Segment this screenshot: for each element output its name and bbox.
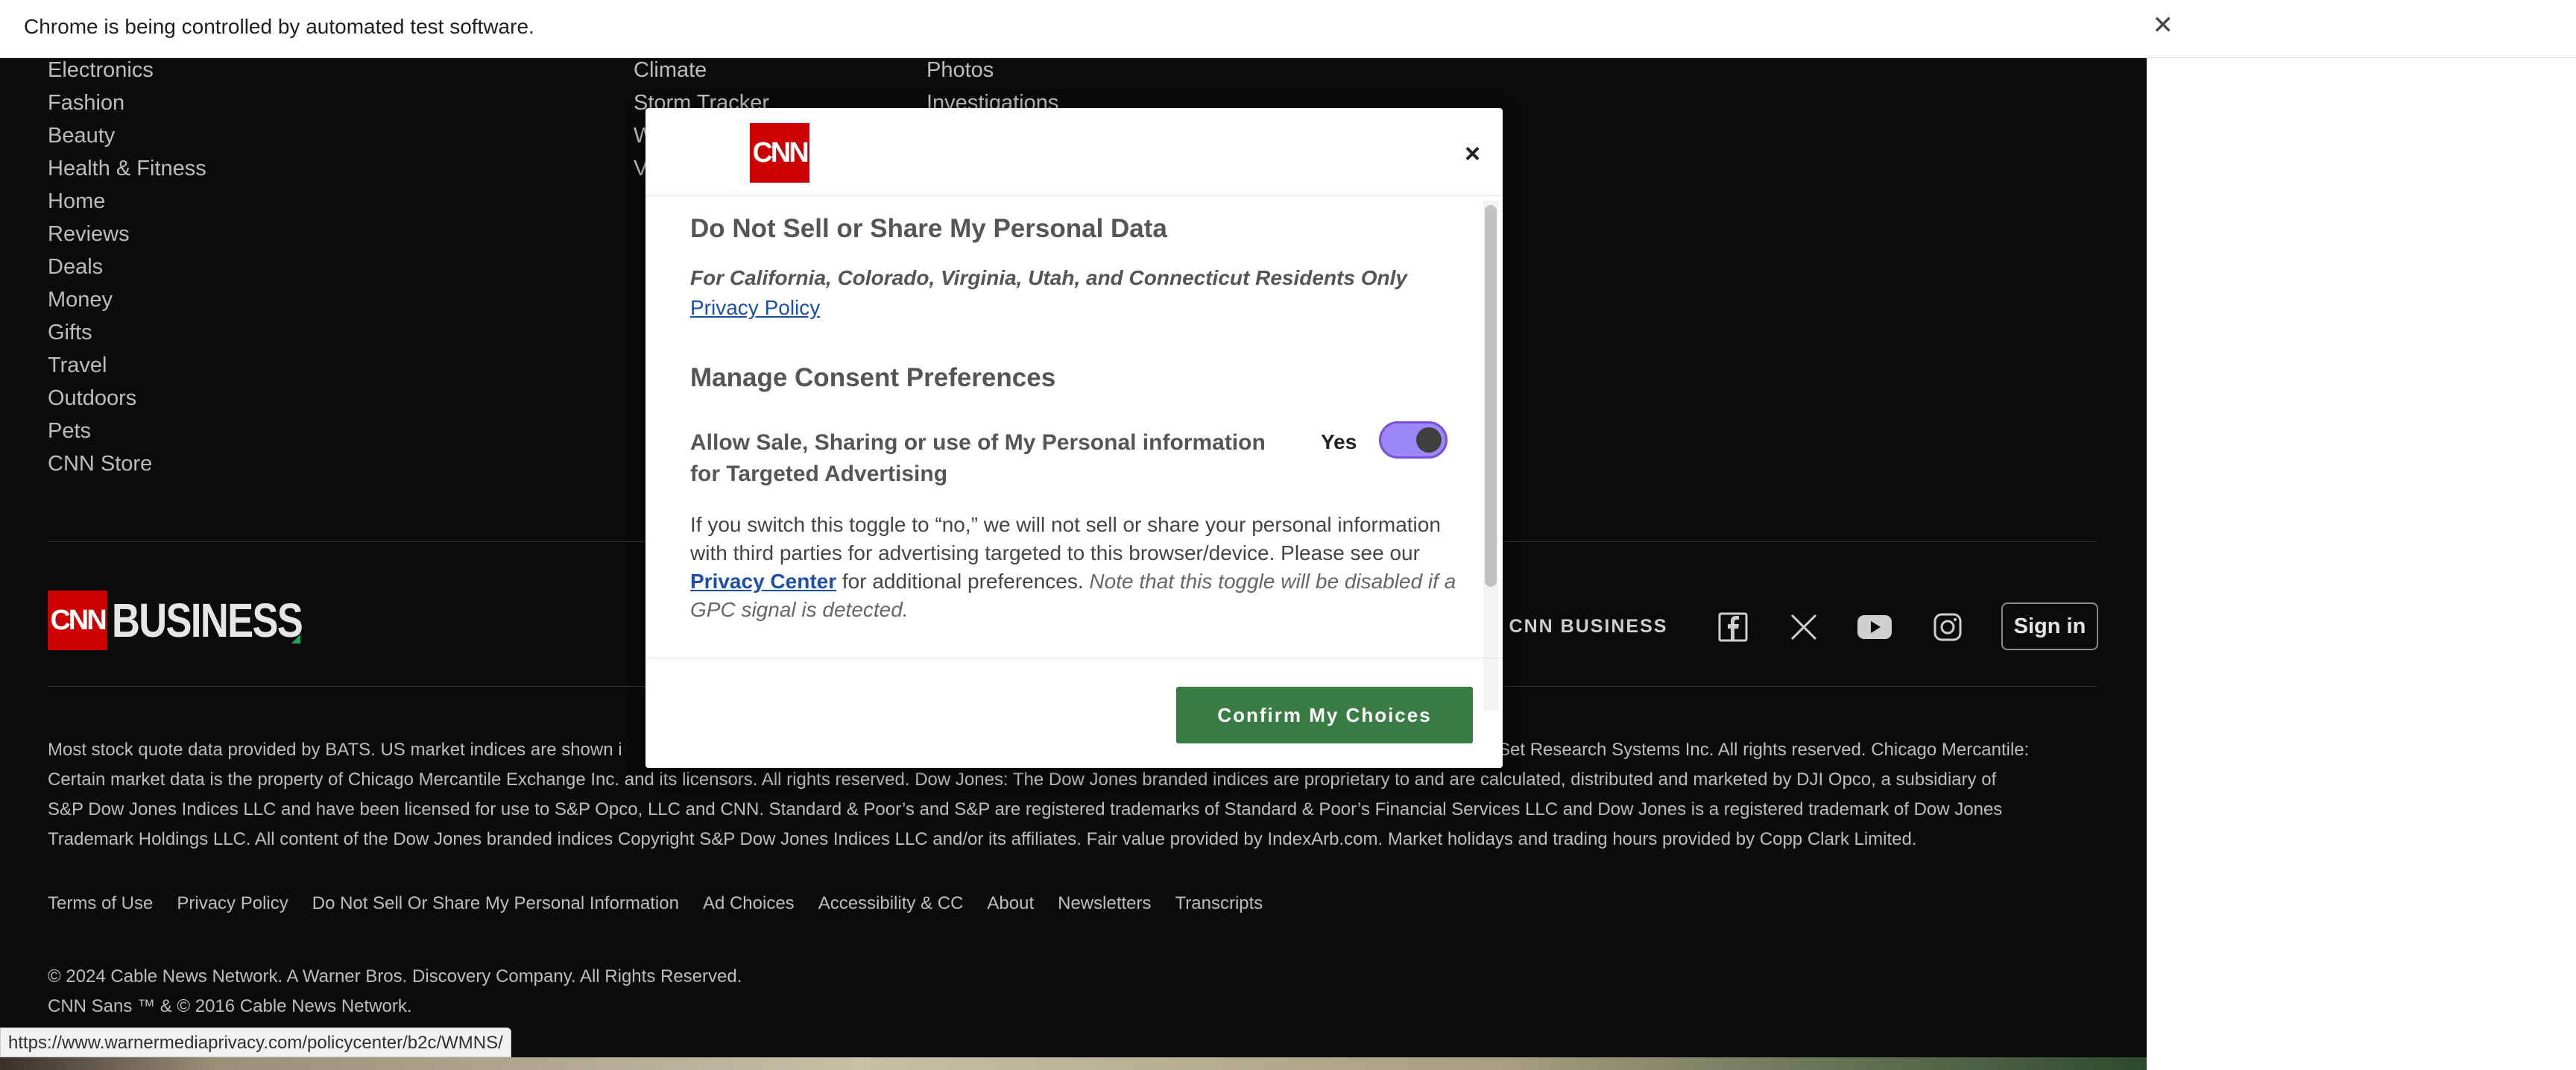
footer-link[interactable]: Travel — [48, 349, 206, 382]
accessibility-link[interactable]: Accessibility & CC — [818, 893, 964, 914]
toggle-description: If you switch this toggle to “no,” we wi… — [690, 511, 1458, 624]
consent-dialog: CNN × Do Not Sell or Share My Personal D… — [645, 108, 1503, 768]
footer-link[interactable]: Electronics — [48, 58, 206, 86]
dialog-footer: Confirm My Choices — [645, 658, 1503, 768]
background-photo-strip — [0, 1057, 2147, 1070]
close-icon[interactable]: × — [1465, 138, 1480, 169]
sign-in-button[interactable]: Sign in — [2001, 602, 2098, 650]
disclaimer-line: Trademark Holdings LLC. All content of t… — [48, 829, 1917, 849]
cnn-logo: CNN — [48, 591, 107, 650]
footer-link[interactable]: Beauty — [48, 119, 206, 152]
toggle-knob — [1416, 427, 1442, 453]
dialog-header: CNN × — [645, 108, 1503, 196]
description-text: for additional preferences. — [842, 570, 1084, 593]
footer-link[interactable]: Pets — [48, 415, 206, 447]
footer-column-underscored: Electronics Fashion Beauty Health & Fitn… — [48, 58, 206, 480]
x-icon[interactable] — [1785, 608, 1822, 646]
youtube-icon[interactable] — [1856, 608, 1893, 646]
consent-toggle-row: Allow Sale, Sharing or use of My Persona… — [690, 421, 1458, 494]
privacy-policy-link[interactable]: Privacy Policy — [177, 893, 288, 914]
newsletters-link[interactable]: Newsletters — [1058, 893, 1151, 914]
follow-label: W CNN BUSINESS — [1483, 616, 1668, 637]
privacy-policy-link[interactable]: Privacy Policy — [690, 296, 820, 320]
footer-link[interactable]: Outdoors — [48, 382, 206, 415]
footer-link[interactable]: Gifts — [48, 316, 206, 349]
disclaimer-line: Certain market data is the property of C… — [48, 770, 1997, 790]
copyright-line: CNN Sans ™ & © 2016 Cable News Network. — [48, 996, 412, 1016]
cnn-logo: CNN — [750, 123, 809, 183]
description-text: If you switch this toggle to “no,” we wi… — [690, 513, 1441, 564]
scrollbar-thumb[interactable] — [1485, 205, 1497, 587]
footer-link[interactable]: Deals — [48, 251, 206, 283]
status-url-bubble: https://www.warnermediaprivacy.com/polic… — [0, 1027, 511, 1057]
terms-link[interactable]: Terms of Use — [48, 893, 153, 914]
disclaimer-text: Most stock quote data provided by BATS. … — [48, 740, 622, 760]
about-link[interactable]: About — [987, 893, 1034, 914]
facebook-icon[interactable] — [1714, 608, 1752, 646]
footer-link[interactable]: Health & Fitness — [48, 152, 206, 185]
transcripts-link[interactable]: Transcripts — [1175, 893, 1263, 914]
footer-link[interactable]: Money — [48, 283, 206, 316]
footer-link[interactable]: CNN Store — [48, 447, 206, 480]
disclaimer-line: S&P Dow Jones Indices LLC and have been … — [48, 799, 2003, 819]
cnn-business-logo[interactable]: CNN BUSINESS — [48, 591, 303, 650]
confirm-choices-button[interactable]: Confirm My Choices — [1176, 687, 1473, 743]
disclaimer-text: Set Research Systems Inc. All rights res… — [1498, 740, 2030, 760]
blank-window-area — [2147, 58, 2576, 1070]
instagram-icon[interactable] — [1929, 608, 1966, 646]
footer-link[interactable]: Photos — [926, 58, 1058, 86]
residents-notice: For California, Colorado, Virginia, Utah… — [690, 266, 1407, 289]
legal-links: Terms of Use Privacy Policy Do Not Sell … — [48, 893, 1263, 914]
section-title: Manage Consent Preferences — [690, 363, 1056, 392]
targeted-advertising-toggle[interactable] — [1379, 421, 1448, 459]
footer-link[interactable]: Fashion — [48, 86, 206, 119]
privacy-center-link[interactable]: Privacy Center — [690, 570, 836, 593]
footer-link[interactable]: Reviews — [48, 218, 206, 251]
do-not-sell-link[interactable]: Do Not Sell Or Share My Personal Informa… — [312, 893, 679, 914]
toggle-state-label: Yes — [1321, 430, 1357, 453]
footer-link[interactable]: Home — [48, 185, 206, 218]
copyright-line: © 2024 Cable News Network. A Warner Bros… — [48, 966, 742, 986]
dialog-title: Do Not Sell or Share My Personal Data — [690, 214, 1167, 243]
business-wordmark: BUSINESS — [112, 594, 303, 647]
close-icon[interactable]: ✕ — [2153, 10, 2174, 40]
dialog-body[interactable]: Do Not Sell or Share My Personal Data Fo… — [645, 196, 1503, 711]
footer-link[interactable]: Climate — [634, 58, 769, 86]
ad-choices-link[interactable]: Ad Choices — [703, 893, 795, 914]
toggle-label: Allow Sale, Sharing or use of My Persona… — [690, 430, 1266, 486]
infobar-message: Chrome is being controlled by automated … — [24, 15, 534, 38]
copyright: © 2024 Cable News Network. A Warner Bros… — [48, 962, 742, 1022]
automation-infobar: Chrome is being controlled by automated … — [0, 0, 2576, 58]
